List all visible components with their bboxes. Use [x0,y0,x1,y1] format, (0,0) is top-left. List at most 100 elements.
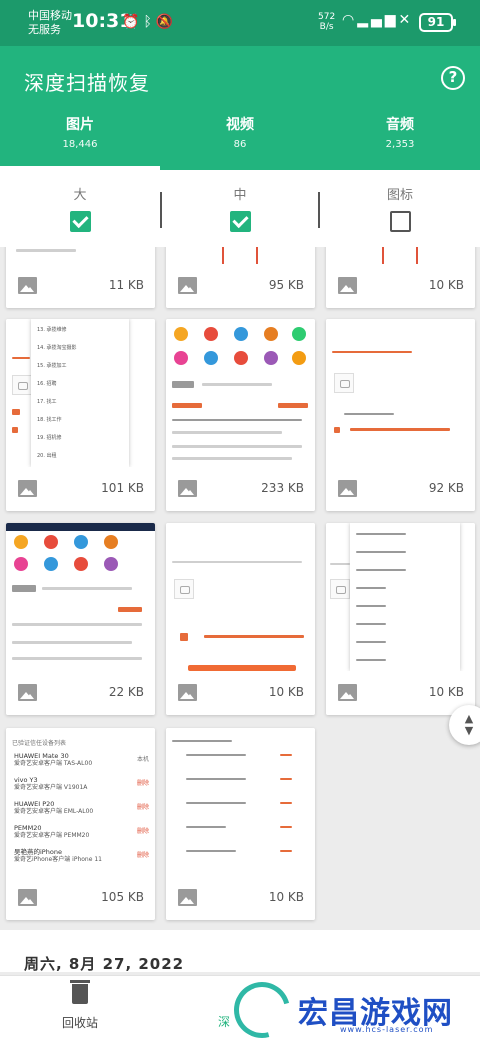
image-card[interactable]: 92 KB [326,319,475,511]
device-row: HUAWEI P20 爱奇艺安卓客户端 EML-AL00 [14,800,93,816]
menu-item-text: 15. 承揽加工 [37,363,67,369]
card-meta: 11 KB [6,264,155,308]
media-tabs: 图片 18,446 视频 86 音频 2,353 [0,114,480,166]
file-size: 10 KB [428,278,464,292]
image-icon [338,480,357,497]
mute-icon: 🔕 [155,14,178,30]
tab-images[interactable]: 图片 18,446 [0,114,160,166]
filter-divider [160,192,162,228]
menu-item-text: 18. 找工作 [37,417,62,423]
status-icons: ⏰ᛒ🔕 [122,14,177,30]
device-tag: 删除 [136,852,149,859]
image-icon [18,277,37,294]
file-size: 11 KB [108,278,144,292]
trash-icon [70,980,90,1004]
menu-item-text: 19. 招机修 [37,435,62,441]
image-thumbnail [166,523,315,671]
image-thumbnail [326,523,475,671]
image-icon [178,480,197,497]
image-icon [178,889,197,906]
image-icon [18,480,37,497]
filter-label: 图标 [386,188,413,203]
tab-count: 86 [233,139,247,150]
image-thumbnail [326,247,475,264]
recycle-bin-button[interactable]: 回收站 [55,980,105,1031]
card-meta: 10 KB [326,264,475,308]
image-card[interactable]: 233 KB [166,319,315,511]
tab-audio[interactable]: 音频 2,353 [320,114,480,166]
image-card[interactable]: 13. 承揽维修 14. 承揽淘宝摄影 15. 承揽加工 16. 招聘 17. … [6,319,155,511]
image-icon [178,684,197,701]
device-model: 爱奇艺安卓客户端 PEMM20 [14,832,90,839]
card-meta: 92 KB [326,467,475,511]
image-card[interactable]: 10 KB [166,728,315,920]
menu-item-text: 13. 承揽维修 [37,327,67,333]
carrier-info: 中国移动 无服务 [28,9,72,37]
card-meta: 233 KB [166,467,315,511]
image-icon [178,277,197,294]
date-header: 周六, 8月 27, 2022 [24,955,185,973]
file-size: 233 KB [261,481,304,495]
device-model: 爱奇艺安卓客户端 EML-AL00 [14,808,94,815]
card-meta: 22 KB [6,671,155,715]
tab-count: 2,353 [385,139,415,150]
device-model: 爱奇艺安卓客户端 V1901A [14,784,88,791]
image-grid: 11 KB 95 KB 10 KB 13. 承揽维修 14. 承揽淘宝摄影 15… [0,247,480,972]
filter-large[interactable]: 大 [0,170,160,247]
tab-label: 图片 [66,117,94,133]
device-list-title: 已验证信任设备列表 [12,740,67,747]
tab-count: 18,446 [62,139,98,150]
image-card[interactable]: 10 KB [326,247,475,308]
status-bar: 中国移动 无服务 10:31 ⏰ᛒ🔕 572 B/s ◠▂▄▆✕ 91 [0,0,480,46]
image-card[interactable]: 22 KB [6,523,155,715]
image-thumbnail [326,319,475,467]
device-name: HUAWEI Mate 30 [14,752,69,760]
filter-icon-checkbox[interactable] [389,211,411,232]
device-model: 爱奇艺安卓客户端 TAS-AL00 [14,760,93,767]
image-card[interactable]: 已验证信任设备列表 HUAWEI Mate 30 爱奇艺安卓客户端 TAS-AL0… [6,728,155,920]
device-tag: 删除 [136,780,149,787]
image-card[interactable]: 11 KB [6,247,155,308]
menu-item-text: 20. 出租 [37,453,57,459]
tab-label: 视频 [226,117,254,133]
device-row: HUAWEI Mate 30 爱奇艺安卓客户端 TAS-AL00 [14,752,92,768]
net-speed: 572 B/s [318,12,335,32]
net-speed-value: 572 [318,12,336,22]
file-size: 10 KB [268,890,304,904]
watermark-logo-icon [223,971,301,1040]
device-model: 爱奇艺iPhone客户端 iPhone 11 [14,856,102,863]
filter-icon[interactable]: 图标 [320,170,480,247]
net-speed-unit: B/s [319,22,334,32]
image-card[interactable]: 95 KB [166,247,315,308]
filter-label: 大 [73,188,87,203]
filter-large-checkbox[interactable] [69,211,91,232]
device-name: 吴艳燕的iPhone [14,848,62,856]
image-card[interactable]: 10 KB [326,523,475,715]
image-card[interactable]: 10 KB [166,523,315,715]
file-size: 92 KB [428,481,464,495]
carrier-name: 中国移动 [28,9,72,22]
filter-medium-checkbox[interactable] [229,211,251,232]
image-icon [18,684,37,701]
image-icon [18,889,37,906]
file-size: 105 KB [101,890,144,904]
device-row: PEMM20 爱奇艺安卓客户端 PEMM20 [14,824,89,840]
device-row: 吴艳燕的iPhone 爱奇艺iPhone客户端 iPhone 11 [14,848,102,864]
bluetooth-icon: ᛒ [143,14,156,30]
image-thumbnail [166,319,315,467]
image-thumbnail: 已验证信任设备列表 HUAWEI Mate 30 爱奇艺安卓客户端 TAS-AL0… [6,728,155,876]
image-thumbnail: 13. 承揽维修 14. 承揽淘宝摄影 15. 承揽加工 16. 招聘 17. … [6,319,155,467]
watermark-url: www.hcs-laser.com [340,1025,434,1034]
file-size: 10 KB [268,685,304,699]
tab-videos[interactable]: 视频 86 [160,114,320,166]
size-filter-bar: 大 中 图标 [0,170,480,247]
page-title: 深度扫描恢复 [24,71,150,95]
help-icon[interactable]: ? [441,66,465,90]
menu-item-text: 14. 承揽淘宝摄影 [37,345,77,351]
filter-medium[interactable]: 中 [160,170,320,247]
device-tag: 本机 [136,756,149,763]
image-thumbnail [166,728,315,876]
file-size: 22 KB [108,685,144,699]
image-icon [338,684,357,701]
tab-label: 音频 [386,117,414,133]
